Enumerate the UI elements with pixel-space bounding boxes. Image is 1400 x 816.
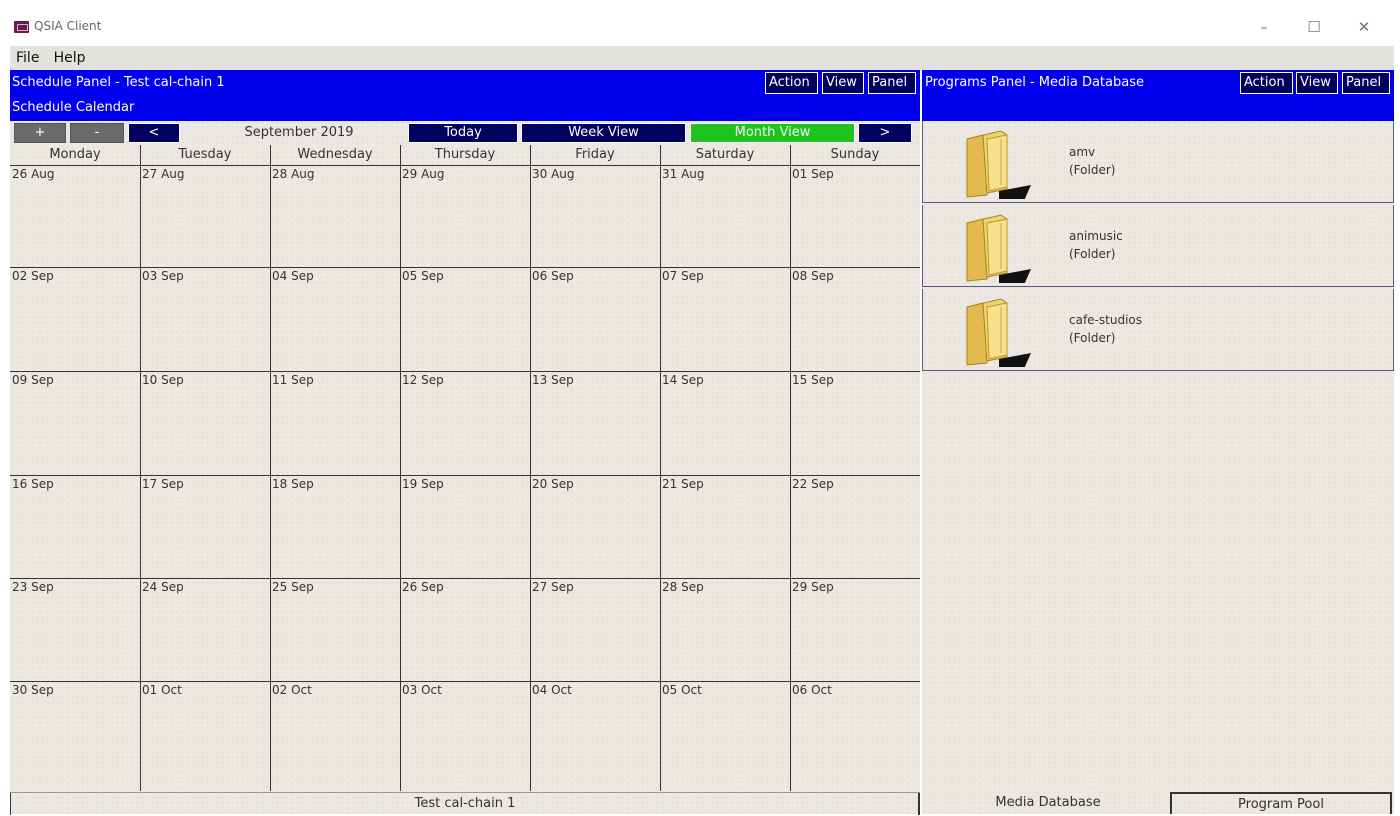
current-month-label: September 2019 — [244, 125, 354, 140]
calendar-day-cell[interactable]: 01 Sep — [790, 166, 919, 267]
calendar-day-cell[interactable]: 17 Sep — [140, 476, 269, 578]
calendar-day-cell[interactable]: 25 Sep — [270, 579, 399, 681]
calendar-day-cell[interactable]: 26 Aug — [10, 166, 139, 267]
programs-view-button[interactable]: View — [1296, 72, 1338, 94]
calendar-day-cell[interactable]: 21 Sep — [660, 476, 789, 578]
calendar-status-bar: Test cal-chain 1 — [10, 792, 920, 815]
calendar-day-cell[interactable]: 14 Sep — [660, 372, 789, 475]
calendar-day-cell[interactable]: 10 Sep — [140, 372, 269, 475]
folder-type-label: (Folder) — [1069, 163, 1116, 177]
month-calendar-grid: Monday Tuesday Wednesday Thursday Friday Satu… — [10, 145, 920, 791]
tab-media-database[interactable]: Media Database — [928, 792, 1168, 814]
calendar-day-cell[interactable]: 28 Sep — [660, 579, 789, 681]
folder-icon — [961, 129, 1033, 203]
programs-panel-header: Programs Panel - Media Database Action V… — [922, 70, 1394, 121]
today-button[interactable]: Today — [408, 123, 518, 143]
day-header-thursday: Thursday — [434, 147, 496, 162]
maximize-button[interactable]: ☐ — [1294, 14, 1334, 40]
programs-panel: Programs Panel - Media Database Action V… — [922, 70, 1394, 814]
calendar-day-cell[interactable]: 13 Sep — [530, 372, 659, 475]
calendar-day-cell[interactable]: 06 Oct — [790, 682, 919, 791]
next-month-button[interactable]: > — [858, 123, 912, 143]
calendar-day-cell[interactable]: 30 Aug — [530, 166, 659, 267]
calendar-day-cell[interactable]: 23 Sep — [10, 579, 139, 681]
window-title: QSIA Client — [34, 19, 102, 33]
calendar-day-cell[interactable]: 02 Oct — [270, 682, 399, 791]
zoom-out-button[interactable]: - — [70, 123, 124, 143]
folder-type-label: (Folder) — [1069, 331, 1116, 345]
folder-name: cafe-studios — [1069, 313, 1142, 327]
menu-bar: File Help — [10, 46, 1394, 70]
calendar-day-cell[interactable]: 18 Sep — [270, 476, 399, 578]
calendar-day-cell[interactable]: 01 Oct — [140, 682, 269, 791]
calendar-day-cell[interactable]: 06 Sep — [530, 268, 659, 371]
schedule-panel: Schedule Panel - Test cal-chain 1 Schedu… — [10, 70, 920, 815]
calendar-day-cell[interactable]: 22 Sep — [790, 476, 919, 578]
calendar-day-cell[interactable]: 24 Sep — [140, 579, 269, 681]
schedule-action-button[interactable]: Action — [765, 72, 818, 94]
calendar-navigation: + - < September 2019 Today Week View Mon… — [10, 121, 920, 145]
calendar-day-cell[interactable]: 03 Oct — [400, 682, 529, 791]
month-view-button[interactable]: Month View — [690, 123, 855, 143]
close-button[interactable]: ✕ — [1344, 14, 1384, 40]
zoom-in-button[interactable]: + — [14, 123, 66, 143]
schedule-view-button[interactable]: View — [822, 72, 864, 94]
calendar-day-cell[interactable]: 20 Sep — [530, 476, 659, 578]
calendar-day-cell[interactable]: 12 Sep — [400, 372, 529, 475]
week-view-button[interactable]: Week View — [521, 123, 686, 143]
window-titlebar: QSIA Client – ☐ ✕ — [0, 0, 1400, 46]
schedule-panel-header: Schedule Panel - Test cal-chain 1 Schedu… — [10, 70, 920, 121]
calendar-day-cell[interactable]: 31 Aug — [660, 166, 789, 267]
calendar-day-cell[interactable]: 29 Sep — [790, 579, 919, 681]
folder-name: animusic — [1069, 229, 1123, 243]
calendar-day-cell[interactable]: 02 Sep — [10, 268, 139, 371]
calendar-day-cell[interactable]: 15 Sep — [790, 372, 919, 475]
day-header-tuesday: Tuesday — [178, 147, 232, 162]
calendar-day-cell[interactable]: 05 Oct — [660, 682, 789, 791]
calendar-day-cell[interactable]: 07 Sep — [660, 268, 789, 371]
calendar-day-cell[interactable]: 27 Sep — [530, 579, 659, 681]
tab-program-pool[interactable]: Program Pool — [1170, 792, 1392, 814]
calendar-day-cell[interactable]: 28 Aug — [270, 166, 399, 267]
calendar-day-cell[interactable]: 27 Aug — [140, 166, 269, 267]
folder-item-cafe-studios[interactable]: cafe-studios (Folder) — [922, 289, 1394, 371]
calendar-day-cell[interactable]: 19 Sep — [400, 476, 529, 578]
folder-name: amv — [1069, 145, 1096, 159]
day-header-friday: Friday — [575, 147, 615, 162]
calendar-day-cell[interactable]: 11 Sep — [270, 372, 399, 475]
day-header-sunday: Sunday — [830, 147, 880, 162]
app-logo-icon — [14, 21, 29, 33]
day-header-monday: Monday — [49, 147, 101, 162]
previous-month-button[interactable]: < — [128, 123, 180, 143]
day-header-wednesday: Wednesday — [297, 147, 373, 162]
calendar-day-cell[interactable]: 04 Oct — [530, 682, 659, 791]
menu-help[interactable]: Help — [48, 46, 90, 66]
calendar-day-cell[interactable]: 09 Sep — [10, 372, 139, 475]
programs-action-button[interactable]: Action — [1240, 72, 1293, 94]
programs-panel-button[interactable]: Panel — [1342, 72, 1390, 94]
schedule-panel-button[interactable]: Panel — [868, 72, 916, 94]
folder-icon — [961, 213, 1033, 287]
day-header-saturday: Saturday — [695, 147, 755, 162]
folder-item-animusic[interactable]: animusic (Folder) — [922, 205, 1394, 287]
folder-icon — [961, 297, 1033, 371]
calendar-day-cell[interactable]: 08 Sep — [790, 268, 919, 371]
calendar-day-cell[interactable]: 04 Sep — [270, 268, 399, 371]
calendar-day-cell[interactable]: 26 Sep — [400, 579, 529, 681]
calendar-day-cell[interactable]: 29 Aug — [400, 166, 529, 267]
calendar-day-cell[interactable]: 03 Sep — [140, 268, 269, 371]
folder-type-label: (Folder) — [1069, 247, 1116, 261]
calendar-day-cell[interactable]: 05 Sep — [400, 268, 529, 371]
calendar-day-cell[interactable]: 16 Sep — [10, 476, 139, 578]
minimize-button[interactable]: – — [1244, 14, 1284, 40]
folder-item-amv[interactable]: amv (Folder) — [922, 121, 1394, 203]
programs-panel-title: Programs Panel - Media Database — [925, 75, 1144, 90]
menu-file[interactable]: File — [10, 46, 43, 66]
schedule-calendar-subtitle: Schedule Calendar — [12, 100, 135, 115]
calendar-day-cell[interactable]: 30 Sep — [10, 682, 139, 791]
schedule-panel-title: Schedule Panel - Test cal-chain 1 — [12, 75, 225, 90]
